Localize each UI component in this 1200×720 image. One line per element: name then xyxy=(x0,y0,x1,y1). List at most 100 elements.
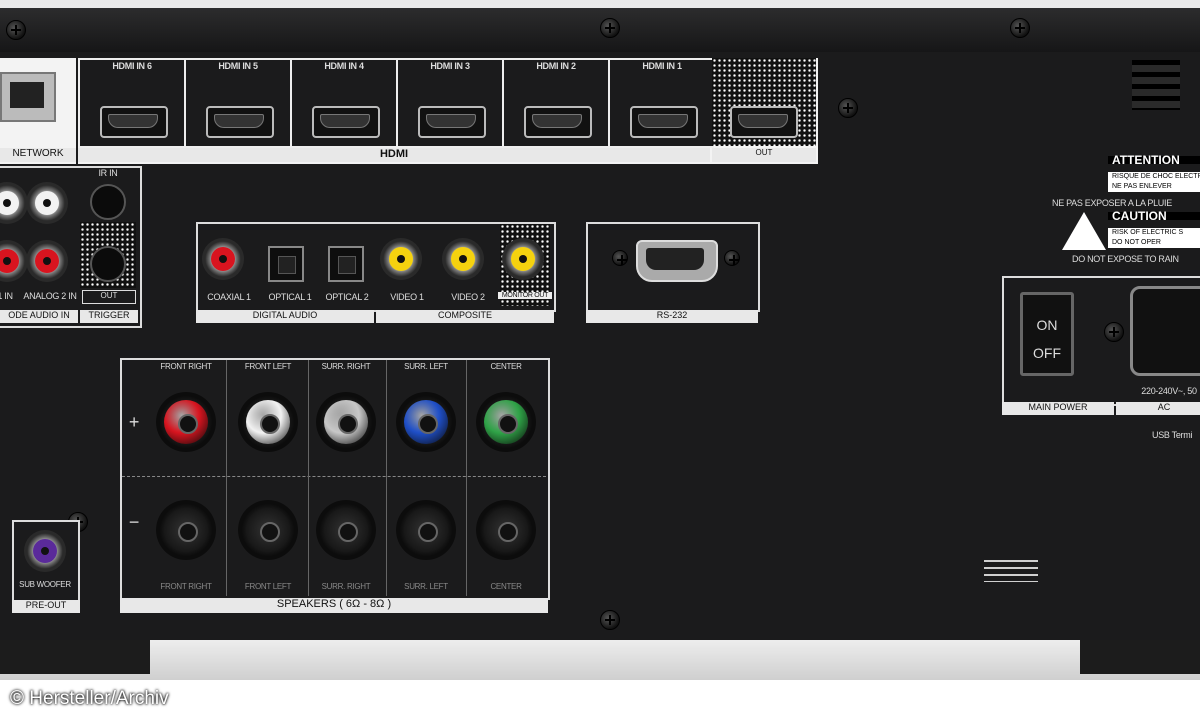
photo-credit: © Hersteller/Archiv xyxy=(10,688,169,709)
monitor-out-label: MONITOR OUT xyxy=(498,292,552,299)
speaker-positive-terminal[interactable] xyxy=(316,392,376,452)
trigger-out-jack[interactable] xyxy=(90,246,126,282)
screw-icon xyxy=(600,610,620,630)
hdmi-divider xyxy=(184,58,186,146)
hdmi-input-label: HDMI IN 6 xyxy=(112,61,152,71)
analog-2-right-jack[interactable] xyxy=(26,240,68,282)
preout-section-label: PRE-OUT xyxy=(12,600,80,613)
analog-section-label: ODE AUDIO IN xyxy=(0,310,78,323)
coaxial-1-jack[interactable] xyxy=(202,238,244,280)
coaxial-1-label: COAXIAL 1 xyxy=(207,292,251,302)
left-foot xyxy=(0,640,150,674)
optical-2-label: OPTICAL 2 xyxy=(325,292,369,302)
hdmi-divider xyxy=(502,58,504,146)
ethernet-port[interactable] xyxy=(0,72,56,122)
vent-grille xyxy=(984,560,1038,582)
ac-inlet[interactable] xyxy=(1130,286,1200,376)
subwoofer-jack[interactable] xyxy=(24,530,66,572)
voltage-label: 220-240V~, 50 xyxy=(1141,386,1197,396)
analog-2-label: ANALOG 2 IN xyxy=(23,291,77,301)
optical-2-jack[interactable] xyxy=(328,246,364,282)
hdmi-input-port[interactable] xyxy=(312,106,380,138)
hdmi-input-port[interactable] xyxy=(206,106,274,138)
analog-1-label: 1 IN xyxy=(0,291,13,301)
hdmi-divider xyxy=(608,58,610,146)
caution-line-1: RISK OF ELECTRIC S xyxy=(1108,228,1200,238)
speaker-positive-terminal[interactable] xyxy=(238,392,298,452)
speaker-negative-terminal[interactable] xyxy=(238,500,298,560)
speaker-positive-terminal[interactable] xyxy=(396,392,456,452)
main-power-label: MAIN POWER xyxy=(1002,402,1114,415)
right-foot xyxy=(1080,640,1200,674)
hdmi-input-port[interactable] xyxy=(524,106,592,138)
composite-section-label: COMPOSITE xyxy=(376,310,554,323)
speaker-top-label: FRONT LEFT xyxy=(244,362,292,371)
hdmi-input-label: HDMI IN 4 xyxy=(324,61,364,71)
digital-audio-section-label: DIGITAL AUDIO xyxy=(196,310,374,323)
hdmi-divider xyxy=(396,58,398,146)
attention-title: ATTENTION xyxy=(1108,154,1200,166)
minus-label: − xyxy=(128,512,140,532)
speaker-bottom-label: SURR. RIGHT xyxy=(321,582,371,591)
speaker-bottom-label: FRONT LEFT xyxy=(244,582,292,591)
ac-label: AC xyxy=(1116,402,1200,415)
speaker-divider xyxy=(308,360,309,596)
video-1-label: VIDEO 1 xyxy=(390,292,424,302)
usb-note: USB Termi xyxy=(1152,430,1193,440)
screw-icon xyxy=(1104,322,1124,342)
screw-icon xyxy=(1010,18,1030,38)
analog-2-left-jack[interactable] xyxy=(26,182,68,224)
speaker-bottom-label: SURR. LEFT xyxy=(404,582,448,591)
speaker-divider xyxy=(226,360,227,596)
rs232-label: RS-232 xyxy=(586,310,758,323)
screw-icon xyxy=(6,20,26,40)
subwoofer-label: SUB WOOFER xyxy=(19,580,71,589)
plus-label: + xyxy=(128,412,140,432)
rs232-port[interactable] xyxy=(636,240,718,282)
screw-icon xyxy=(600,18,620,38)
hdmi-input-port[interactable] xyxy=(100,106,168,138)
speaker-positive-terminal[interactable] xyxy=(476,392,536,452)
optical-1-jack[interactable] xyxy=(268,246,304,282)
floor-reflection xyxy=(0,640,1200,680)
speaker-positive-terminal[interactable] xyxy=(156,392,216,452)
speakers-section-label: SPEAKERS ( 6Ω - 8Ω ) xyxy=(120,598,548,613)
ir-in-label: IR IN xyxy=(98,168,118,178)
ir-in-jack[interactable] xyxy=(90,184,126,220)
hdmi-input-label: HDMI IN 5 xyxy=(218,61,258,71)
hdmi-input-label: HDMI IN 2 xyxy=(536,61,576,71)
speaker-bottom-label: FRONT RIGHT xyxy=(160,582,212,591)
hdmi-input-port[interactable] xyxy=(630,106,698,138)
speaker-negative-terminal[interactable] xyxy=(476,500,536,560)
video-2-jack[interactable] xyxy=(442,238,484,280)
hdmi-input-port[interactable] xyxy=(418,106,486,138)
speaker-negative-terminal[interactable] xyxy=(156,500,216,560)
hdmi-out-label: OUT xyxy=(712,148,816,162)
no-rain-fr: NE PAS EXPOSER A LA PLUIE xyxy=(1052,198,1172,208)
speaker-negative-terminal[interactable] xyxy=(396,500,456,560)
switch-off-label: OFF xyxy=(1033,345,1061,361)
speaker-divider xyxy=(466,360,467,596)
hdmi-divider xyxy=(290,58,292,146)
video-1-jack[interactable] xyxy=(380,238,422,280)
hdmi-section-label: HDMI xyxy=(78,148,710,162)
speaker-bottom-label: CENTER xyxy=(490,582,522,591)
hdmi-input-label: HDMI IN 3 xyxy=(430,61,470,71)
speaker-top-label: CENTER xyxy=(490,362,522,371)
monitor-out-jack[interactable] xyxy=(502,238,544,280)
trigger-out-label: OUT xyxy=(82,290,136,304)
caution-line-2: DO NOT OPER xyxy=(1108,238,1200,248)
main-power-switch[interactable]: ON OFF xyxy=(1020,292,1074,376)
speaker-top-label: SURR. RIGHT xyxy=(321,362,371,371)
video-2-label: VIDEO 2 xyxy=(451,292,485,302)
hdmi-out-port[interactable] xyxy=(730,106,798,138)
speaker-top-label: FRONT RIGHT xyxy=(160,362,212,371)
speaker-top-label: SURR. LEFT xyxy=(404,362,448,371)
switch-on-label: ON xyxy=(1036,317,1058,333)
optical-1-label: OPTICAL 1 xyxy=(268,292,312,302)
speaker-negative-terminal[interactable] xyxy=(316,500,376,560)
speaker-divider xyxy=(386,360,387,596)
hdmi-input-label: HDMI IN 1 xyxy=(642,61,682,71)
electric-warning-icon xyxy=(1062,212,1106,250)
trigger-section-label: TRIGGER xyxy=(80,310,138,323)
